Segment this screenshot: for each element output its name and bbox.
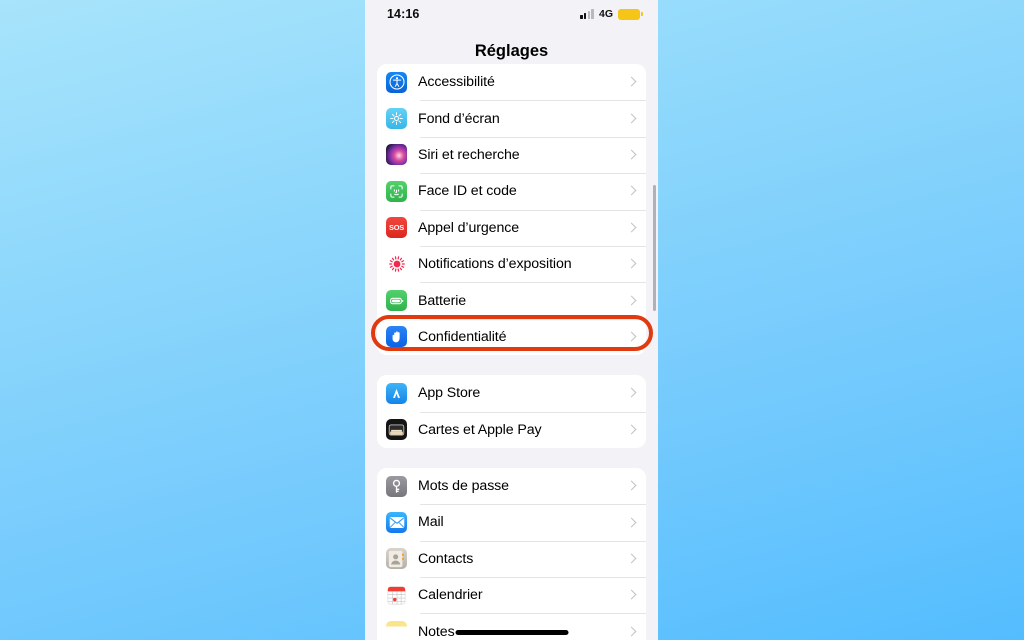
list-item-label: Fond d’écran <box>418 110 500 127</box>
list-item[interactable]: Mots de passe <box>377 467 646 505</box>
home-indicator <box>455 630 568 635</box>
wallpaper-icon <box>386 108 407 130</box>
system-section: Accessibilité Fond d’écran Siri et recherc… <box>377 64 646 356</box>
list-item-label: Mots de passe <box>418 478 509 495</box>
list-item-label: Confidentialité <box>418 328 507 345</box>
siri-icon <box>386 144 407 166</box>
chevron-right-icon <box>628 330 636 343</box>
list-item[interactable]: Notifications d’exposition <box>377 245 646 283</box>
list-item[interactable]: Notes <box>377 613 646 640</box>
wallet-icon <box>386 419 407 441</box>
list-item[interactable]: SOS Appel d’urgence <box>377 209 646 246</box>
phone-screen: 14:16 4G Réglages Accessibilité Fond d’éc… <box>365 0 658 640</box>
list-item[interactable]: Siri et recherche <box>377 136 646 174</box>
apps-section: Mots de passe Mail Contacts Calendrier Notes <box>377 467 646 640</box>
list-item-label: App Store <box>418 385 481 402</box>
chevron-right-icon <box>628 480 636 493</box>
settings-list[interactable]: Accessibilité Fond d’écran Siri et recherc… <box>365 0 658 640</box>
passwords-key-icon <box>386 475 407 497</box>
chevron-right-icon <box>628 294 636 307</box>
chevron-right-icon <box>628 516 636 529</box>
list-item[interactable]: Batterie <box>377 282 646 319</box>
chevron-right-icon <box>628 112 636 125</box>
sos-icon: SOS <box>386 217 407 239</box>
chevron-right-icon <box>628 76 636 89</box>
chevron-right-icon <box>628 258 636 271</box>
list-item[interactable]: Calendrier <box>377 577 646 614</box>
list-item-label: Mail <box>418 514 444 531</box>
contacts-icon <box>386 548 407 570</box>
app-store-icon <box>386 382 407 404</box>
battery-icon <box>386 290 407 312</box>
notes-icon <box>386 621 407 640</box>
list-item-label: Notifications d’exposition <box>418 256 572 273</box>
chevron-right-icon <box>628 387 636 400</box>
exposure-icon <box>386 253 407 275</box>
privacy-hand-icon <box>386 326 407 348</box>
list-item-label: Contacts <box>418 550 474 567</box>
chevron-right-icon <box>628 185 636 198</box>
list-item[interactable]: Confidentialité <box>377 318 646 356</box>
list-item[interactable]: Cartes et Apple Pay <box>377 411 646 448</box>
list-item-label: Face ID et code <box>418 183 517 200</box>
list-item-label: Appel d’urgence <box>418 219 520 236</box>
list-item-label: Batterie <box>418 292 467 309</box>
chevron-right-icon <box>628 423 636 436</box>
scrollbar[interactable] <box>653 185 656 311</box>
list-item[interactable]: Face ID et code <box>377 173 646 210</box>
list-item-label: Siri et recherche <box>418 146 520 163</box>
list-item[interactable]: Fond d’écran <box>377 100 646 137</box>
list-item-label: Calendrier <box>418 587 483 604</box>
chevron-right-icon <box>628 552 636 565</box>
accessibility-icon <box>386 71 407 93</box>
face-id-icon <box>386 180 407 202</box>
mail-icon <box>386 511 407 533</box>
list-item-label: Accessibilité <box>418 74 495 91</box>
chevron-right-icon <box>628 221 636 234</box>
store-section: App Store Cartes et Apple Pay <box>377 375 646 448</box>
chevron-right-icon <box>628 589 636 602</box>
chevron-right-icon <box>628 625 636 638</box>
calendar-icon <box>386 584 407 606</box>
list-item[interactable]: Mail <box>377 504 646 541</box>
list-item[interactable]: App Store <box>377 375 646 412</box>
chevron-right-icon <box>628 148 636 161</box>
list-item[interactable]: Accessibilité <box>377 64 646 101</box>
list-item[interactable]: Contacts <box>377 540 646 578</box>
list-item-label: Cartes et Apple Pay <box>418 421 542 438</box>
